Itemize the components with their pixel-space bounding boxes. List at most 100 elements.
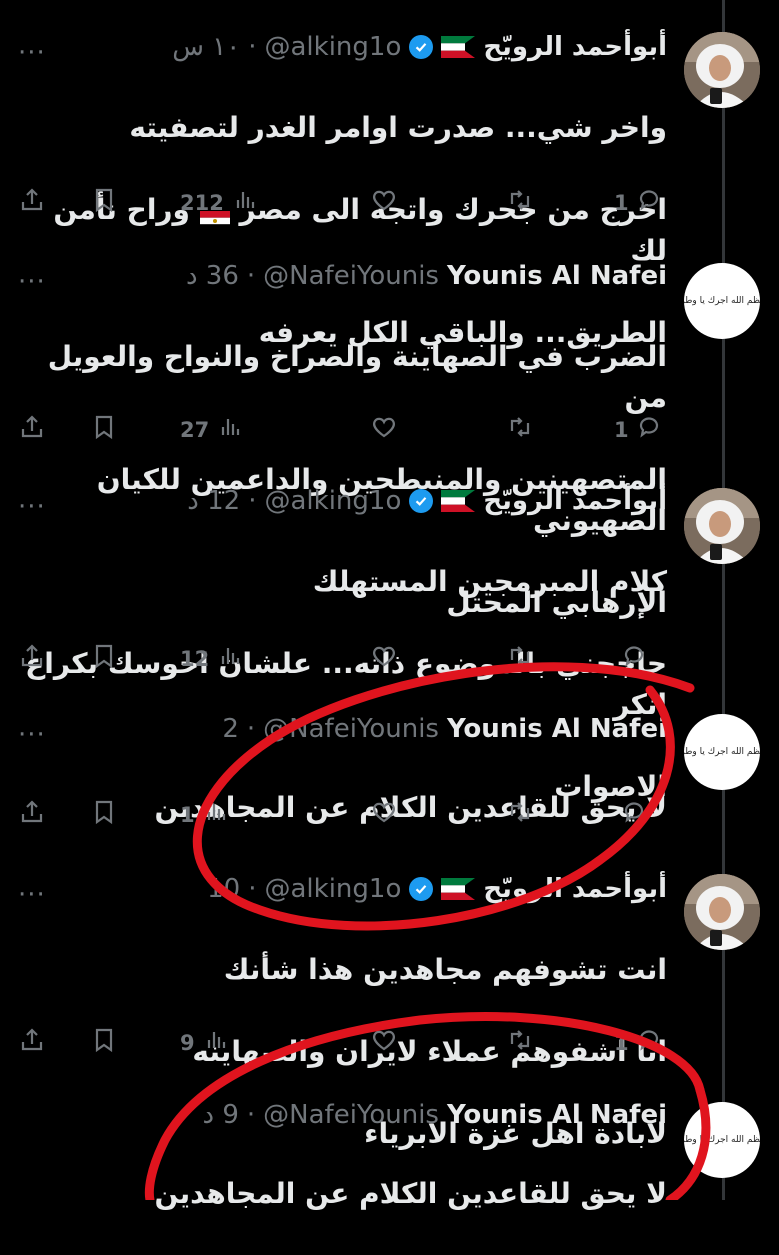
views-button[interactable]: 9 — [180, 1026, 231, 1059]
reply-button[interactable]: 1 — [614, 186, 665, 219]
separator-dot: · — [248, 32, 257, 62]
display-name[interactable]: Younis Al Nafei — [447, 261, 667, 291]
verified-icon — [409, 35, 434, 59]
handle[interactable]: @NafeiYounis — [263, 1100, 439, 1130]
like-button[interactable] — [362, 642, 398, 675]
share-button[interactable] — [18, 186, 46, 219]
bookmark-button[interactable] — [90, 642, 118, 675]
views-icon — [217, 642, 245, 675]
avatar[interactable] — [684, 32, 760, 108]
bookmark-icon — [90, 1026, 118, 1059]
more-icon[interactable]: ··· — [18, 267, 46, 297]
like-button[interactable] — [362, 186, 398, 219]
tweet-line: كلام المبرمجين المستهلك — [312, 565, 667, 598]
more-icon[interactable]: ··· — [18, 492, 46, 522]
tweet-actions: 1 212 — [0, 186, 779, 220]
retweet-button[interactable] — [498, 642, 534, 675]
like-button[interactable] — [362, 413, 398, 446]
share-button[interactable] — [18, 642, 46, 675]
reply-count: 1 — [614, 190, 629, 215]
reply-button[interactable]: 1 — [614, 413, 665, 446]
retweet-button[interactable] — [498, 798, 534, 831]
views-count: 27 — [180, 417, 210, 442]
like-icon — [370, 1026, 398, 1059]
avatar-text: عظم الله اجرك يا وطن — [684, 296, 760, 306]
kuwait-flag-icon — [441, 36, 476, 58]
tweet[interactable]: عظم الله اجرك يا وطن Younis Al Nafei @Na… — [0, 1098, 779, 1210]
like-icon — [370, 413, 398, 446]
share-icon — [18, 798, 46, 831]
share-button[interactable] — [18, 413, 46, 446]
views-count: 1 — [180, 802, 195, 827]
display-name[interactable]: أبوأحمد الرويّح — [483, 486, 667, 516]
retweet-button[interactable] — [498, 186, 534, 219]
more-icon[interactable]: ··· — [18, 38, 46, 68]
reply-icon — [622, 642, 650, 675]
bookmark-button[interactable] — [90, 1026, 118, 1059]
handle[interactable]: @alking1o — [264, 32, 401, 62]
tweet-actions: 1 — [0, 798, 779, 832]
handle[interactable]: @NafeiYounis — [263, 714, 439, 744]
share-button[interactable] — [18, 798, 46, 831]
separator-dot: · — [248, 874, 257, 904]
avatar[interactable]: عظم الله اجرك يا وطن — [684, 263, 760, 339]
more-icon[interactable]: ··· — [18, 880, 46, 910]
bookmark-button[interactable] — [90, 798, 118, 831]
timestamp[interactable]: 12 د — [187, 486, 240, 516]
timestamp[interactable]: 9 د — [203, 1100, 239, 1130]
views-button[interactable]: 12 — [180, 642, 245, 675]
handle[interactable]: @alking1o — [264, 874, 401, 904]
share-button[interactable] — [18, 1026, 46, 1059]
retweet-icon — [506, 186, 534, 219]
timestamp[interactable]: 10 — [207, 874, 240, 904]
avatar[interactable]: عظم الله اجرك يا وطن — [684, 714, 760, 790]
like-button[interactable] — [362, 798, 398, 831]
tweet-actions: 12 — [0, 642, 779, 676]
reply-icon — [637, 413, 665, 446]
tweet-text: لا يحق للقاعدين الكلام عن المجاهدين — [15, 1132, 667, 1255]
retweet-icon — [506, 642, 534, 675]
retweet-button[interactable] — [498, 1026, 534, 1059]
avatar[interactable] — [684, 874, 760, 950]
handle[interactable]: @NafeiYounis — [263, 261, 439, 291]
handle[interactable]: @alking1o — [264, 486, 401, 516]
timestamp[interactable]: ١٠ س — [172, 32, 240, 62]
views-count: 12 — [180, 646, 210, 671]
reply-button[interactable] — [614, 798, 650, 831]
verified-icon — [409, 489, 434, 513]
views-button[interactable]: 1 — [180, 798, 231, 831]
like-icon — [370, 186, 398, 219]
views-icon — [232, 186, 260, 219]
bookmark-button[interactable] — [90, 186, 118, 219]
reply-icon — [622, 798, 650, 831]
timestamp[interactable]: 36 د — [186, 261, 239, 291]
reply-count: 1 — [614, 1030, 629, 1055]
like-button[interactable] — [362, 1026, 398, 1059]
bookmark-icon — [90, 798, 118, 831]
timestamp[interactable]: 2 — [222, 714, 239, 744]
kuwait-flag-icon — [441, 878, 476, 900]
retweet-button[interactable] — [498, 413, 534, 446]
views-icon — [203, 798, 231, 831]
reply-button[interactable] — [614, 642, 650, 675]
tweet-header: Younis Al Nafei @NafeiYounis · 36 د — [186, 259, 667, 293]
like-icon — [370, 798, 398, 831]
display-name[interactable]: أبوأحمد الرويّح — [483, 874, 667, 904]
display-name[interactable]: Younis Al Nafei — [447, 714, 667, 744]
bookmark-button[interactable] — [90, 413, 118, 446]
display-name[interactable]: Younis Al Nafei — [447, 1100, 667, 1130]
tweet-header: أبوأحمد الرويّح @alking1o · ١٠ س — [172, 30, 667, 64]
avatar[interactable] — [684, 488, 760, 564]
views-button[interactable]: 212 — [180, 186, 260, 219]
retweet-icon — [506, 1026, 534, 1059]
retweet-icon — [506, 413, 534, 446]
tweet-line: واخر شي... صدرت اوامر الغدر لتصفيته — [129, 111, 667, 144]
kuwait-flag-icon — [441, 490, 476, 512]
bookmark-icon — [90, 413, 118, 446]
reply-button[interactable]: 1 — [614, 1026, 665, 1059]
bookmark-icon — [90, 186, 118, 219]
tweet-actions: 19 — [0, 1026, 779, 1060]
display-name[interactable]: أبوأحمد الرويّح — [483, 32, 667, 62]
avatar[interactable]: عظم الله اجرك يا وطن — [684, 1102, 760, 1178]
views-button[interactable]: 27 — [180, 413, 245, 446]
